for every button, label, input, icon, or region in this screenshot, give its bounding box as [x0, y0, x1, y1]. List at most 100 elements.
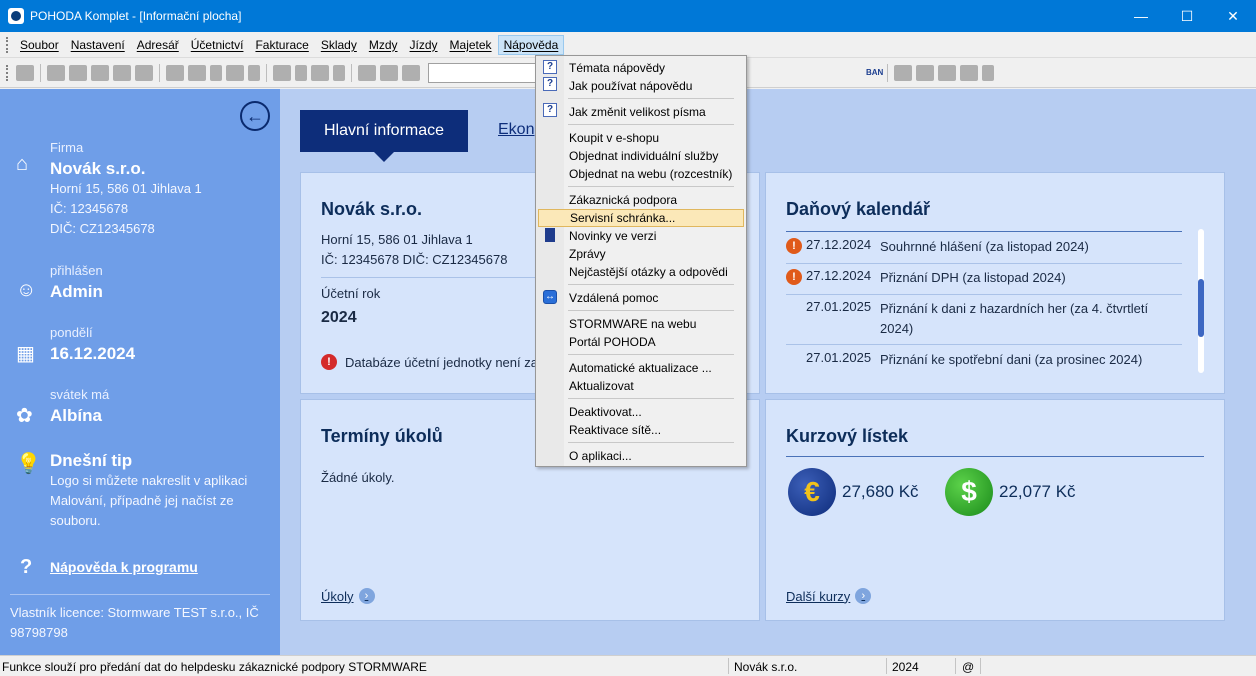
- euro-icon: €: [788, 468, 836, 516]
- menu-mzdy[interactable]: Mzdy: [363, 35, 404, 55]
- tb-card-icon[interactable]: [894, 64, 913, 81]
- tb-dropdown-icon[interactable]: [982, 64, 995, 81]
- tb-paste-icon[interactable]: [402, 64, 420, 81]
- more-rates-label[interactable]: Další kurzy: [786, 589, 850, 604]
- close-button[interactable]: ✕: [1210, 0, 1256, 32]
- menu-sklady[interactable]: Sklady: [315, 35, 363, 55]
- toolbar-grip[interactable]: [6, 64, 10, 81]
- toolbar-separator: [40, 63, 41, 82]
- menu-item-velikost-pisma[interactable]: Jak změnit velikost písma: [538, 103, 744, 121]
- day-label: pondělí: [50, 325, 93, 340]
- user-block: přihlášen Admin: [50, 263, 103, 302]
- tax-scrollbar-thumb[interactable]: [1198, 279, 1204, 337]
- exchange-rates-card: Kurzový lístek € 27,680 Kč $ 22,077 Kč D…: [765, 399, 1225, 621]
- tb-copy-icon[interactable]: [47, 64, 65, 81]
- window-controls: — ☐ ✕: [1118, 0, 1256, 32]
- tip-block: Dnešní tip Logo si můžete nakreslit v ap…: [50, 451, 265, 531]
- tb-new-icon[interactable]: [166, 64, 184, 81]
- menu-item-jak-pouzivat[interactable]: Jak používat nápovědu: [538, 77, 744, 95]
- tb-gear-icon[interactable]: [311, 64, 329, 81]
- tb-archive-icon[interactable]: [135, 64, 153, 81]
- help-program-link[interactable]: Nápověda k programu: [50, 559, 198, 575]
- tasks-link-label[interactable]: Úkoly: [321, 589, 354, 604]
- user-icon: ☺: [16, 279, 37, 301]
- help-dropdown-menu: ? Témata nápovědy ? Jak používat nápověd…: [535, 55, 747, 467]
- tax-row[interactable]: ! 27.12.2024 Přiznání DPH (za listopad 2…: [786, 268, 1182, 288]
- tasks-link[interactable]: Úkoly ›: [321, 588, 375, 604]
- tb-edit-icon[interactable]: [188, 64, 206, 81]
- status-message: Funkce slouží pro předání dat do helpdes…: [2, 660, 427, 674]
- minimize-button[interactable]: —: [1118, 0, 1164, 32]
- toolbar-separator: [351, 63, 352, 82]
- menu-item-novinky[interactable]: Novinky ve verzi: [538, 227, 744, 245]
- more-rates-link[interactable]: Další kurzy ›: [786, 588, 872, 604]
- menu-jizdy[interactable]: Jízdy: [404, 35, 444, 55]
- tb-save-icon[interactable]: [358, 64, 376, 81]
- status-at: @: [962, 660, 975, 674]
- company-address: Horní 15, 586 01 Jihlava 1: [321, 232, 473, 247]
- maximize-button[interactable]: ☐: [1164, 0, 1210, 32]
- menu-item-stormware-web[interactable]: STORMWARE na webu: [538, 315, 744, 333]
- tb-dropdown-icon[interactable]: [210, 64, 222, 81]
- menu-item-podpora[interactable]: Zákaznická podpora: [538, 191, 744, 209]
- tb-preview-icon[interactable]: [91, 64, 109, 81]
- menu-fakturace[interactable]: Fakturace: [249, 35, 314, 55]
- pohoda-app-icon[interactable]: [8, 8, 24, 24]
- menu-adresar[interactable]: Adresář: [131, 35, 185, 55]
- tip-text: Logo si můžete nakreslit v aplikaci Malo…: [50, 473, 248, 528]
- menu-item-vzdalena-pomoc[interactable]: Vzdálená pomoc: [538, 289, 744, 307]
- menu-item-o-aplikaci[interactable]: O aplikaci...: [538, 447, 744, 465]
- menubar-grip[interactable]: [6, 36, 10, 53]
- tb-iban-icon[interactable]: BAN: [866, 68, 883, 77]
- status-separator: [955, 658, 956, 674]
- menu-majetek[interactable]: Majetek: [444, 35, 498, 55]
- tb-export-icon[interactable]: [113, 64, 131, 81]
- menu-item-temata[interactable]: Témata nápovědy: [538, 59, 744, 77]
- menu-ucetnictvi[interactable]: Účetnictví: [185, 35, 250, 55]
- menu-item-objednat-web[interactable]: Objednat na webu (rozcestník): [538, 165, 744, 183]
- date-block: pondělí 16.12.2024: [50, 325, 135, 364]
- menu-item-servisni-schranka[interactable]: Servisní schránka...: [538, 209, 744, 227]
- chevron-right-icon[interactable]: ›: [855, 588, 872, 604]
- menu-item-zpravy[interactable]: Zprávy: [538, 245, 744, 263]
- tasks-empty: Žádné úkoly.: [321, 470, 395, 485]
- chevron-right-icon[interactable]: ›: [358, 588, 375, 604]
- tb-print-icon[interactable]: [69, 64, 87, 81]
- tb-dropdown-icon[interactable]: [295, 64, 307, 81]
- tip-title: Dnešní tip: [50, 451, 133, 470]
- tb-help-icon[interactable]: [960, 64, 979, 81]
- tb-dropdown-icon[interactable]: [248, 64, 260, 81]
- tb-window-icon[interactable]: [916, 64, 935, 81]
- menu-item-koupit[interactable]: Koupit v e-shopu: [538, 129, 744, 147]
- tb-dropdown-icon[interactable]: [333, 64, 345, 81]
- menu-item-faq[interactable]: Nejčastější otázky a odpovědi: [538, 263, 744, 281]
- menu-item-portal[interactable]: Portál POHODA: [538, 333, 744, 351]
- menu-separator: [568, 310, 734, 311]
- tax-calendar-divider: [786, 231, 1182, 232]
- menu-item-objednat-sluzby[interactable]: Objednat individuální služby: [538, 147, 744, 165]
- tab-hlavni-informace[interactable]: Hlavní informace: [300, 110, 468, 162]
- tax-row-date: 27.01.2025: [806, 299, 872, 314]
- menu-napoveda[interactable]: Nápověda: [497, 34, 565, 55]
- menu-item-auto-aktualizace[interactable]: Automatické aktualizace ...: [538, 359, 744, 377]
- menu-separator: [568, 284, 734, 285]
- tax-row-date: 27.12.2024: [806, 268, 872, 283]
- toolbar-search-input[interactable]: [428, 62, 546, 83]
- lightbulb-icon: 💡: [16, 453, 41, 475]
- menu-nastaveni[interactable]: Nastavení: [65, 35, 131, 55]
- menu-item-deaktivovat[interactable]: Deaktivovat...: [538, 403, 744, 421]
- warning-icon: !: [321, 354, 337, 370]
- menu-item-reaktivace[interactable]: Reaktivace sítě...: [538, 421, 744, 439]
- menu-item-aktualizovat[interactable]: Aktualizovat: [538, 377, 744, 395]
- back-arrow-icon[interactable]: ←: [240, 101, 270, 131]
- menu-soubor[interactable]: Soubor: [14, 35, 65, 55]
- tb-list-icon[interactable]: [16, 64, 34, 81]
- tax-row[interactable]: 27.01.2025 Přiznání ke spotřební dani (z…: [786, 350, 1182, 370]
- tb-grid-icon[interactable]: [226, 64, 244, 81]
- tax-row[interactable]: ! 27.12.2024 Souhrnné hlášení (za listop…: [786, 237, 1182, 257]
- tax-row[interactable]: 27.01.2025 Přiznání k dani z hazardních …: [786, 299, 1182, 339]
- tb-form-icon[interactable]: [938, 64, 957, 81]
- tb-back-icon[interactable]: [273, 64, 291, 81]
- tb-save-all-icon[interactable]: [380, 64, 398, 81]
- tab-ekonomika[interactable]: Ekon: [498, 121, 534, 139]
